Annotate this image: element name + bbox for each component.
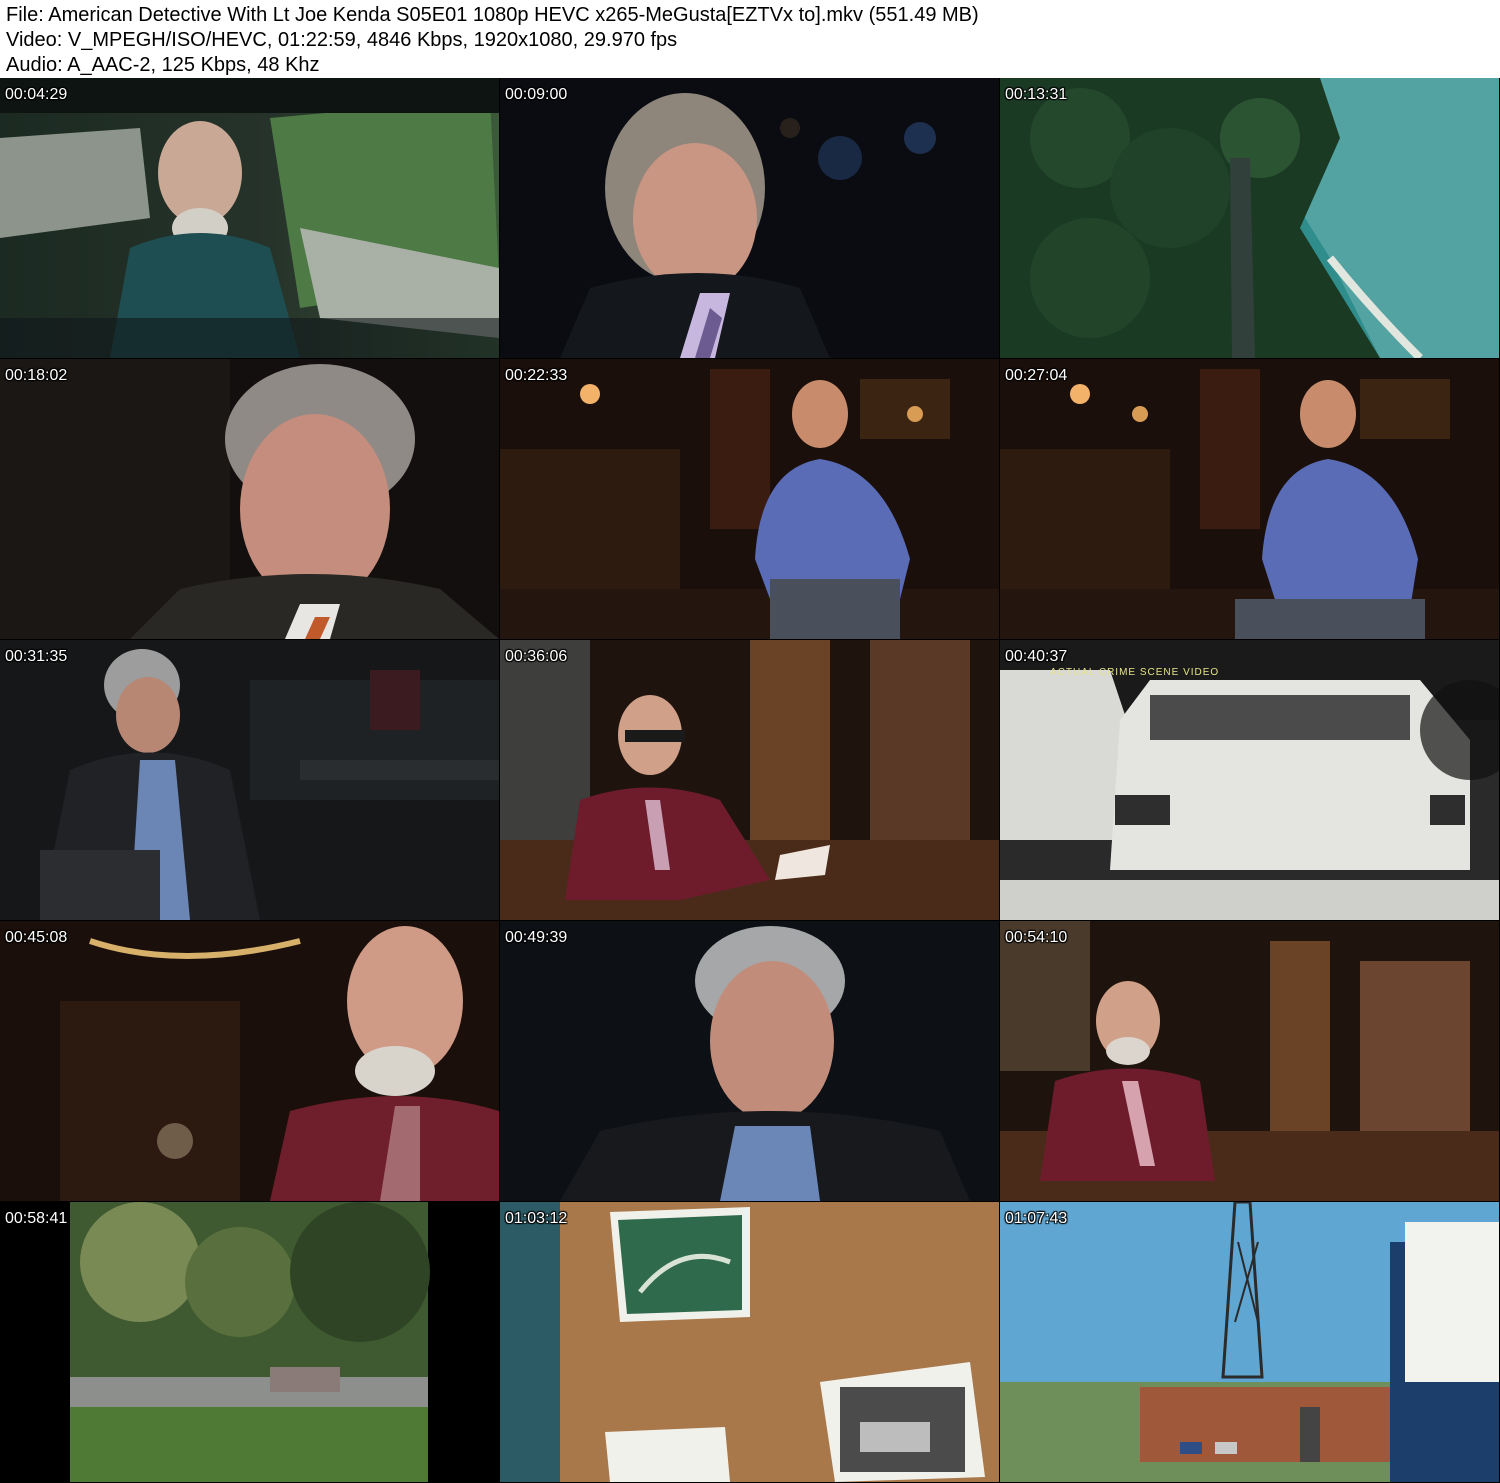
timestamp: 00:04:29: [5, 86, 68, 103]
scene-caption: ACTUAL CRIME SCENE VIDEO: [1050, 667, 1220, 678]
thumbnail-3[interactable]: 00:13:31: [1000, 78, 1499, 358]
police-building-scene-image: [1000, 1202, 1499, 1482]
thumbnail-grid: 00:04:29 00:09:00 00:13:31 00:18:02 00:2…: [0, 78, 1500, 1483]
thumbnail-9[interactable]: 00:40:37 ACTUAL CRIME SCENE VIDEO: [1000, 640, 1499, 920]
timestamp: 00:18:02: [5, 367, 68, 384]
dark-room-scene-image: [0, 640, 499, 920]
video-info-line: Video: V_MPEGH/ISO/HEVC, 01:22:59, 4846 …: [6, 29, 678, 51]
thumbnail-13[interactable]: 00:58:41: [0, 1202, 499, 1482]
corkboard-scene-image: [500, 1202, 999, 1482]
thumbnail-5[interactable]: 00:22:33: [500, 359, 999, 639]
interview-scene-image: [500, 921, 999, 1201]
thumbnail-8[interactable]: 00:36:06: [500, 640, 999, 920]
timestamp: 00:27:04: [1005, 367, 1068, 384]
thumbnail-10[interactable]: 00:45:08: [0, 921, 499, 1201]
closeup-scene-image: [0, 921, 499, 1201]
timestamp: 00:49:39: [505, 929, 568, 946]
interview-scene-image: [500, 78, 999, 358]
crime-scene-image: [1000, 640, 1499, 920]
timestamp: 00:31:35: [5, 648, 68, 665]
timestamp: 00:40:37: [1005, 648, 1068, 665]
timestamp: 00:58:41: [5, 1210, 68, 1227]
thumbnail-15[interactable]: 01:07:43: [1000, 1202, 1499, 1482]
seated-man-scene-image: [1000, 359, 1499, 639]
thumbnail-11[interactable]: 00:49:39: [500, 921, 999, 1201]
thumbnail-6[interactable]: 00:27:04: [1000, 359, 1499, 639]
thumbnail-12[interactable]: 00:54:10: [1000, 921, 1499, 1201]
timestamp: 00:45:08: [5, 929, 68, 946]
seated-man-scene-image: [500, 359, 999, 639]
driving-scene-image: [0, 78, 499, 358]
thumbnail-14[interactable]: 01:03:12: [500, 1202, 999, 1482]
timestamp: 00:36:06: [505, 648, 568, 665]
desk-scene-image: [1000, 921, 1499, 1201]
thumbnail-2[interactable]: 00:09:00: [500, 78, 999, 358]
audio-info-line: Audio: A_AAC-2, 125 Kbps, 48 Khz: [6, 54, 320, 76]
timestamp: 00:13:31: [1005, 86, 1068, 103]
file-info-header: File: American Detective With Lt Joe Ken…: [0, 0, 1500, 78]
interview-scene-image: [0, 359, 499, 639]
timestamp: 00:09:00: [505, 86, 568, 103]
timestamp: 00:22:33: [505, 367, 568, 384]
timestamp: 01:03:12: [505, 1210, 568, 1227]
aerial-scene-image: [1000, 78, 1499, 358]
thumbnail-7[interactable]: 00:31:35: [0, 640, 499, 920]
timestamp: 00:54:10: [1005, 929, 1068, 946]
reading-scene-image: [500, 640, 999, 920]
thumbnail-4[interactable]: 00:18:02: [0, 359, 499, 639]
file-info-line: File: American Detective With Lt Joe Ken…: [6, 4, 979, 26]
roadside-scene-image: [0, 1202, 499, 1482]
thumbnail-1[interactable]: 00:04:29: [0, 78, 499, 358]
timestamp: 01:07:43: [1005, 1210, 1068, 1227]
